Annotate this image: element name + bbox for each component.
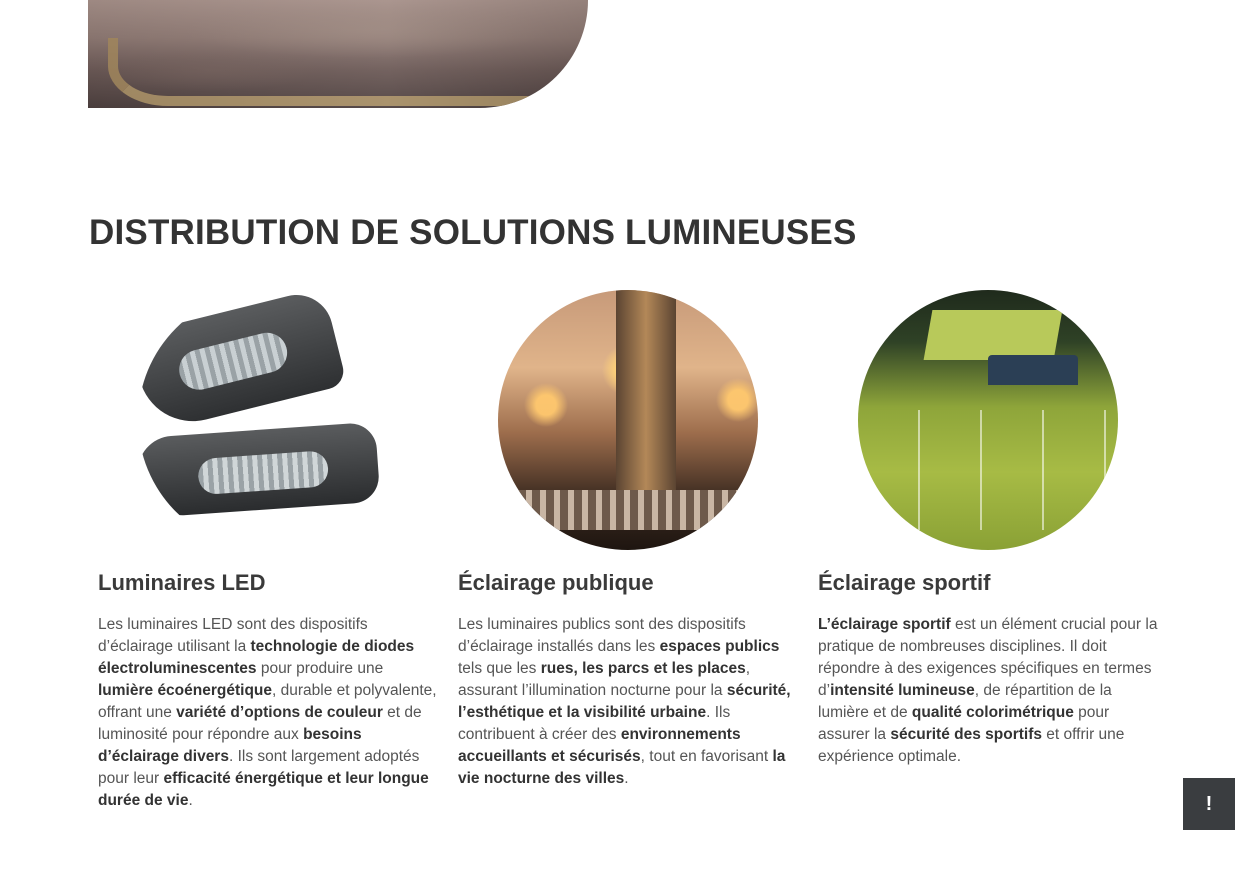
highlighted-text: sécurité des sportifs xyxy=(890,726,1042,743)
card-led: Luminaires LED Les luminaires LED sont d… xyxy=(98,290,438,812)
highlighted-text: L’éclairage sportif xyxy=(818,616,951,633)
section-title: DISTRIBUTION DE SOLUTIONS LUMINEUSES xyxy=(89,213,857,252)
highlighted-text: rues, les parcs et les places xyxy=(540,660,746,677)
bridge-railing xyxy=(498,490,758,530)
bridge-pillar xyxy=(616,290,676,490)
card-title: Éclairage publique xyxy=(458,570,654,595)
highlighted-text: variété d’options de couleur xyxy=(176,704,383,721)
upper-field xyxy=(923,310,1063,360)
luminaire-fixture xyxy=(138,421,381,519)
highlighted-text: lumière écoénergétique xyxy=(98,682,273,699)
stadium-stand xyxy=(988,355,1078,385)
hero-image xyxy=(88,0,588,108)
public-lighting-image xyxy=(498,290,758,550)
card-text: Les luminaires LED sont des dispositifs … xyxy=(98,614,438,812)
highlighted-text: espaces publics xyxy=(659,638,780,655)
card-text: L’éclairage sportif est un élément cruci… xyxy=(818,614,1158,768)
card-title: Luminaires LED xyxy=(98,570,266,595)
led-luminaire-image xyxy=(138,290,398,550)
field-lines xyxy=(858,410,1118,530)
body-text: tels que les xyxy=(458,660,541,677)
body-text: . xyxy=(188,792,193,809)
luminaire-lens xyxy=(174,328,292,394)
chat-button[interactable]: ! xyxy=(1183,778,1235,830)
body-text: , tout en favorisant xyxy=(640,748,773,765)
highlighted-text: intensité lumineuse xyxy=(830,682,975,699)
luminaire-lens xyxy=(197,450,330,496)
body-text: pour produire une xyxy=(256,660,384,677)
highlighted-text: qualité colorimétrique xyxy=(911,704,1074,721)
card-public: Éclairage publique Les luminaires public… xyxy=(458,290,798,790)
card-text: Les luminaires publics sont des disposit… xyxy=(458,614,798,790)
card-title: Éclairage sportif xyxy=(818,570,991,595)
sports-lighting-image xyxy=(858,290,1118,550)
luminaire-fixture xyxy=(138,290,348,433)
hero-shade xyxy=(88,0,588,108)
card-sport: Éclairage sportif L’éclairage sportif es… xyxy=(818,290,1158,768)
body-text: . xyxy=(624,770,629,787)
